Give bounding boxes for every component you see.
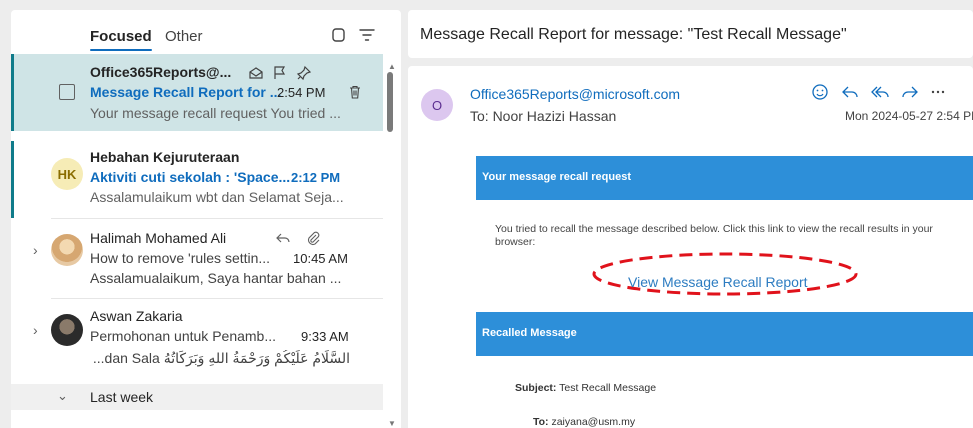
- mail-sender: Hebahan Kejuruteraan: [90, 149, 240, 165]
- list-item[interactable]: › Aswan Zakaria Permohonan untuk Penamb.…: [11, 300, 383, 378]
- mail-subject: Aktiviti cuti sekolah : 'Space...: [90, 169, 291, 185]
- recipient-line: To: Noor Hazizi Hassan: [470, 108, 617, 124]
- unread-bar: [11, 141, 14, 218]
- chevron-right-icon[interactable]: ›: [33, 322, 38, 338]
- recalled-subject: Subject: Test Recall Message: [515, 382, 657, 394]
- reply-icon: [276, 233, 290, 243]
- header-band: Your message recall request: [476, 156, 973, 200]
- mail-sender: Office365Reports@...: [90, 64, 232, 80]
- recalled-band: Recalled Message: [476, 312, 973, 356]
- body-text: You tried to recall the message describe…: [495, 223, 933, 248]
- subject-header: Message Recall Report for message: "Test…: [408, 10, 973, 58]
- avatar: [51, 314, 83, 346]
- avatar: O: [421, 89, 453, 121]
- open-envelope-icon[interactable]: [248, 65, 264, 81]
- band-title: Your message recall request: [482, 171, 631, 183]
- reply-all-icon[interactable]: [870, 82, 890, 102]
- mail-sender: Aswan Zakaria: [90, 308, 183, 324]
- email-body: Your message recall request You tried to…: [476, 156, 973, 428]
- group-header-label: Last week: [90, 389, 154, 405]
- filter-icon[interactable]: [357, 25, 377, 45]
- reading-pane: Message Recall Report for message: "Test…: [408, 10, 973, 428]
- list-divider: [51, 218, 383, 219]
- message-card: O Office365Reports@microsoft.com To: Noo…: [408, 66, 973, 428]
- mail-time: 10:45 AM: [293, 251, 348, 266]
- chevron-down-icon[interactable]: ⌄: [57, 388, 68, 404]
- more-icon[interactable]: [928, 82, 948, 102]
- scrollbar-thumb[interactable]: [387, 72, 393, 132]
- list-item[interactable]: › Halimah Mohamed Ali How to remove 'rul…: [11, 220, 383, 297]
- attachment-icon: [308, 231, 320, 245]
- select-checkbox[interactable]: [59, 84, 75, 100]
- mail-time: 9:33 AM: [301, 329, 349, 344]
- list-item[interactable]: Office365Reports@... Message Recall Repo…: [11, 54, 383, 131]
- list-item[interactable]: HK Hebahan Kejuruteraan Aktiviti cuti se…: [11, 141, 383, 218]
- trash-icon[interactable]: [347, 84, 363, 100]
- select-all-icon[interactable]: [329, 25, 349, 45]
- recalled-to: To: zaiyana@usm.my: [533, 416, 636, 428]
- emoji-icon[interactable]: [810, 82, 830, 102]
- mail-subject: Permohonan untuk Penamb...: [90, 328, 277, 344]
- flag-icon[interactable]: [272, 65, 288, 81]
- mail-preview: Your message recall request You tried ..…: [90, 105, 341, 121]
- reply-icon[interactable]: [840, 82, 860, 102]
- band-title: Recalled Message: [482, 327, 577, 339]
- mail-time: 2:12 PM: [291, 170, 341, 185]
- pin-icon[interactable]: [296, 65, 312, 81]
- avatar: HK: [51, 158, 83, 190]
- avatar: [51, 234, 83, 266]
- mail-preview: السَّلَامُ عَلَيْكُمْ وَرَحْمَةُ اللهِ و…: [92, 350, 350, 366]
- forward-icon[interactable]: [900, 82, 920, 102]
- message-subject: Message Recall Report for message: "Test…: [420, 26, 847, 43]
- mail-preview: Assalamulaikum wbt dan Selamat Seja...: [90, 189, 344, 205]
- mail-time: 2:54 PM: [277, 85, 326, 100]
- chevron-right-icon[interactable]: ›: [33, 242, 38, 258]
- message-list-pane: Focused Other Office365Reports@... Messa…: [11, 10, 401, 428]
- selection-bar: [11, 54, 14, 131]
- tab-other[interactable]: Other: [165, 28, 203, 45]
- list-divider: [51, 298, 383, 299]
- mail-subject: How to remove 'rules settin...: [90, 250, 271, 266]
- message-date: Mon 2024-05-27 2:54 PM: [845, 109, 973, 123]
- mail-preview: Assalamualaikum, Saya hantar bahan ...: [90, 270, 342, 286]
- group-header[interactable]: ⌄ Last week: [11, 384, 383, 410]
- mail-subject: Message Recall Report for ...: [90, 84, 282, 100]
- view-recall-report-link[interactable]: View Message Recall Report: [628, 274, 808, 290]
- tab-focused[interactable]: Focused: [90, 28, 152, 51]
- sender-email[interactable]: Office365Reports@microsoft.com: [470, 86, 680, 102]
- mail-sender: Halimah Mohamed Ali: [90, 230, 227, 246]
